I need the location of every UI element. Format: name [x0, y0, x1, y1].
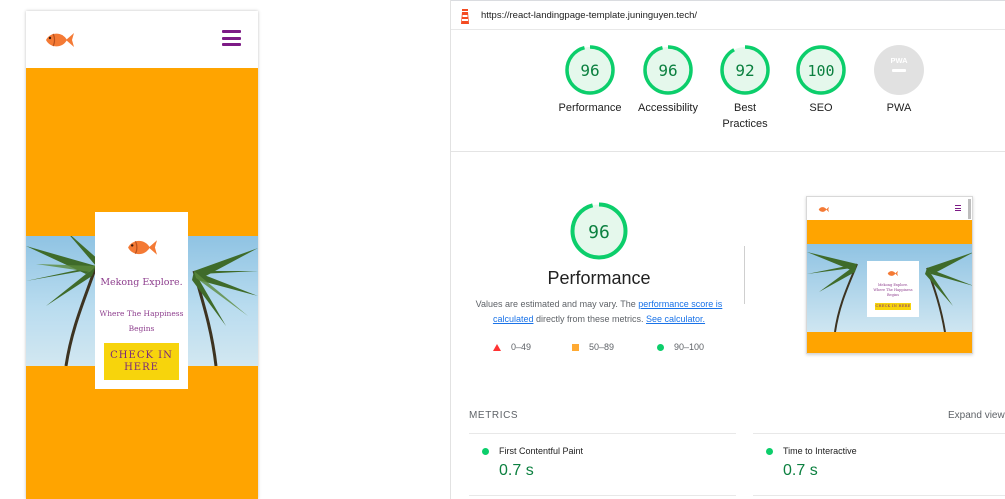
pass-circle-icon	[766, 448, 773, 455]
hamburger-menu-icon[interactable]	[222, 30, 241, 46]
vertical-divider	[744, 246, 745, 304]
gauge-seo[interactable]: 100 SEO	[781, 44, 861, 116]
description-text: directly from these metrics.	[533, 314, 646, 324]
hamburger-menu-icon	[955, 205, 961, 211]
fish-logo-icon[interactable]	[44, 31, 74, 49]
hero-subtitle: Where The Happiness Begins	[99, 309, 184, 333]
check-in-button[interactable]: CHECK IN HERE	[104, 343, 179, 380]
hero-card: Mekong Explore. Where The Happiness Begi…	[95, 212, 188, 389]
legend-average: 50–89	[572, 342, 614, 352]
preview-navbar	[26, 11, 258, 68]
metrics-divider	[469, 495, 736, 496]
square-icon	[572, 343, 579, 351]
thumbnail-title: Mekong Explore. Where The Happiness Begi…	[867, 283, 919, 298]
scrollbar	[968, 199, 971, 219]
gauge-accessibility[interactable]: 96 Accessibility	[628, 44, 708, 116]
gauge-label: PWA	[886, 102, 912, 114]
legend-pass: 90–100	[657, 342, 704, 352]
gauge-best-practices[interactable]: 92 Best Practices	[705, 44, 785, 132]
gauge-label: Performance	[558, 102, 622, 114]
legend-average-label: 50–89	[589, 342, 615, 352]
lighthouse-report: https://react-landingpage-template.junin…	[450, 0, 1005, 499]
metrics-divider	[469, 433, 736, 434]
gauge-pwa[interactable]: PWA PWA	[859, 44, 939, 116]
fish-logo-icon	[887, 270, 898, 277]
description-text: Values are estimated and may vary. The	[475, 299, 639, 309]
metrics-divider	[753, 495, 1005, 496]
circle-icon	[657, 343, 664, 351]
report-url-bar: https://react-landingpage-template.junin…	[451, 0, 1005, 30]
pwa-badge-text: PWA	[890, 56, 908, 65]
metric-name-fcp: First Contentful Paint	[499, 446, 584, 456]
gauge-performance[interactable]: 96 Performance	[550, 44, 630, 116]
metrics-heading: METRICS	[469, 410, 519, 421]
pass-circle-icon	[482, 448, 489, 455]
gauge-score: 92	[735, 61, 754, 80]
thumbnail-button: CHECK IN HERE	[875, 303, 911, 310]
hero-title: Mekong Explore.	[100, 277, 183, 288]
performance-score: 96	[588, 222, 610, 243]
pwa-badge-icon: PWA	[874, 45, 924, 95]
section-divider	[451, 151, 1005, 152]
gauge-score: 96	[658, 61, 677, 80]
triangle-icon	[493, 343, 501, 351]
performance-description: Values are estimated and may vary. The p…	[469, 297, 729, 327]
performance-title: Performance	[547, 268, 651, 288]
fish-logo-icon	[128, 240, 157, 255]
thumbnail-card: Mekong Explore. Where The Happiness Begi…	[867, 261, 919, 317]
report-url[interactable]: https://react-landingpage-template.junin…	[481, 10, 697, 21]
score-gauge-icon: 100	[796, 45, 846, 95]
metric-value-tti: 0.7 s	[783, 462, 818, 479]
score-gauge-icon: 92	[720, 45, 770, 95]
fish-logo-icon	[818, 206, 829, 213]
metric-value-fcp: 0.7 s	[499, 462, 534, 479]
gauge-score: 100	[807, 62, 834, 80]
gauge-label: Accessibility	[638, 102, 698, 114]
legend-fail: 0–49	[493, 342, 531, 352]
score-gauge-icon: 96	[643, 45, 693, 95]
expand-view-toggle[interactable]: Expand view	[948, 410, 1005, 421]
thumbnail-subtitle-text: Where The Happiness Begins	[873, 288, 913, 297]
gauge-label: SEO	[809, 102, 833, 114]
legend-pass-label: 90–100	[674, 342, 705, 352]
lighthouse-icon	[461, 9, 469, 24]
final-screenshot-thumbnail[interactable]: Mekong Explore. Where The Happiness Begi…	[806, 196, 973, 354]
metric-name-tti: Time to Interactive	[783, 446, 857, 456]
legend-fail-label: 0–49	[511, 342, 532, 352]
see-calculator-link[interactable]: See calculator.	[646, 314, 705, 324]
performance-gauge-icon: 96	[570, 202, 628, 260]
thumbnail-navbar	[807, 197, 972, 220]
score-gauge-icon: 96	[565, 45, 615, 95]
gauge-score: 96	[580, 61, 599, 80]
metrics-divider	[753, 433, 1005, 434]
mobile-preview: Mekong Explore. Where The Happiness Begi…	[26, 11, 258, 499]
gauge-label: Best Practices	[722, 102, 768, 130]
